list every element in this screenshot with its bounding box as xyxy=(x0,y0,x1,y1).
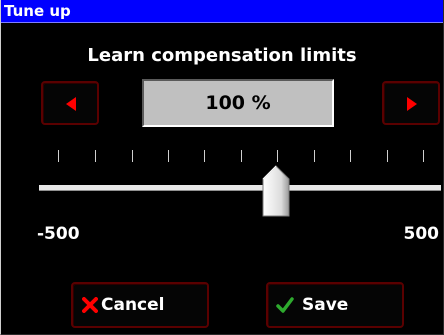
save-label: Save xyxy=(302,295,349,315)
slider-tick xyxy=(241,150,242,162)
window-title: Tune up xyxy=(4,2,71,20)
slider-tick xyxy=(387,150,388,162)
value-text: 100 % xyxy=(205,92,271,114)
cancel-button[interactable]: Cancel xyxy=(71,282,209,328)
slider-tick xyxy=(204,150,205,162)
value-display: 100 % xyxy=(142,79,334,127)
arrow-left-icon xyxy=(66,97,76,111)
slider-thumb[interactable] xyxy=(262,165,290,221)
slider-tick xyxy=(132,150,133,162)
slider-tick xyxy=(95,150,96,162)
cancel-label: Cancel xyxy=(101,295,165,315)
slider-track[interactable] xyxy=(39,185,441,191)
arrow-right-icon xyxy=(407,97,417,111)
checkmark-icon xyxy=(276,297,294,313)
slider-tick xyxy=(168,150,169,162)
slider-tick xyxy=(277,150,278,162)
save-button[interactable]: Save xyxy=(266,282,404,328)
increase-button[interactable] xyxy=(382,81,440,125)
decrease-button[interactable] xyxy=(41,81,99,125)
slider-thumb-shape xyxy=(262,165,290,217)
slider-ticks xyxy=(1,150,443,166)
x-icon xyxy=(82,297,98,313)
title-bar: Tune up xyxy=(1,0,443,23)
range-max-label: 500 xyxy=(403,224,440,244)
slider-tick xyxy=(350,150,351,162)
slider-tick xyxy=(314,150,315,162)
slider-tick xyxy=(423,150,424,162)
tune-up-window: Tune up Learn compensation limits 100 % xyxy=(0,0,444,335)
dialog-heading: Learn compensation limits xyxy=(87,45,357,66)
range-min-label: -500 xyxy=(37,224,80,244)
slider-tick xyxy=(58,150,59,162)
